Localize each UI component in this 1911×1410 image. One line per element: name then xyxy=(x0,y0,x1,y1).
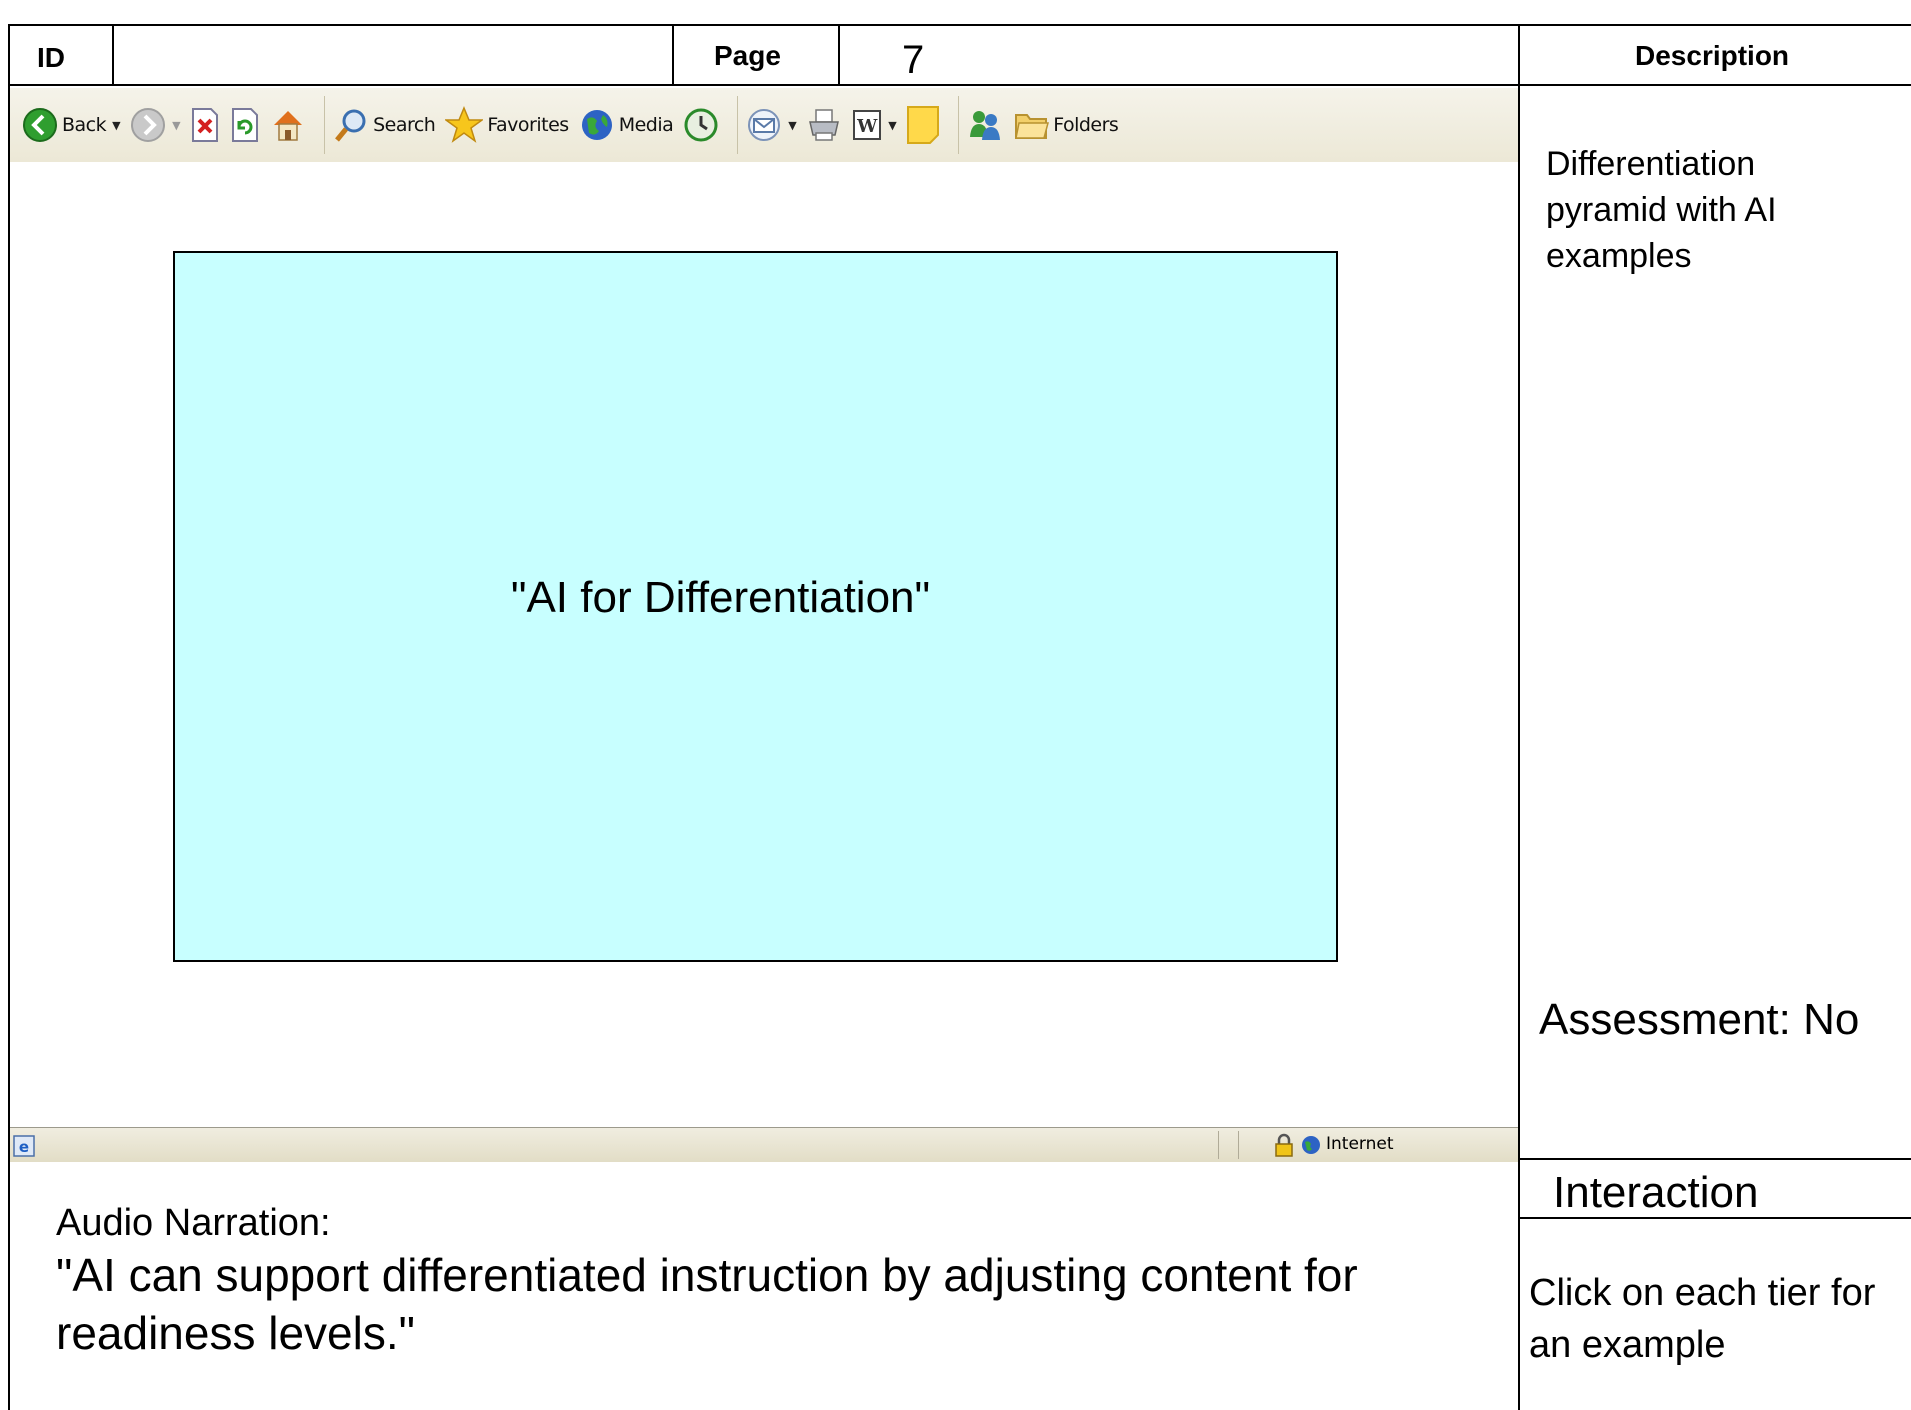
content-stage[interactable]: "AI for Differentiation" xyxy=(173,251,1338,962)
mail-button[interactable]: ▼ xyxy=(746,107,797,143)
edit-button[interactable]: W ▼ xyxy=(852,108,897,142)
frame-top-border xyxy=(8,24,1911,26)
svg-text:e: e xyxy=(19,1138,29,1156)
toolbar-separator xyxy=(324,96,326,154)
home-button[interactable] xyxy=(270,107,306,143)
description-text: Differentiation pyramid with AI examples xyxy=(1546,145,1777,275)
interaction-text: Click on each tier for an example xyxy=(1529,1272,1876,1366)
description-label: Description xyxy=(1635,40,1790,71)
stop-button[interactable] xyxy=(190,107,220,143)
svg-text:W: W xyxy=(856,116,878,137)
assessment-text: Assessment: No xyxy=(1539,995,1860,1044)
favorites-button[interactable]: Favorites xyxy=(445,106,569,144)
id-divider xyxy=(112,24,114,85)
header-bottom-border xyxy=(8,84,1911,86)
page-number: 7 xyxy=(902,38,925,82)
refresh-icon xyxy=(232,108,259,142)
ie-page-icon: e xyxy=(13,1135,35,1157)
stage-title: "AI for Differentiation" xyxy=(510,572,931,622)
lock-icon xyxy=(1275,1133,1293,1157)
mail-dropdown-icon[interactable]: ▼ xyxy=(788,119,796,132)
status-divider xyxy=(1218,1131,1219,1159)
status-divider xyxy=(1238,1131,1239,1159)
home-icon xyxy=(274,111,303,141)
back-dropdown-icon[interactable]: ▼ xyxy=(112,119,120,132)
toolbar-separator xyxy=(737,96,739,154)
narration-label: Audio Narration: xyxy=(56,1202,331,1244)
forward-dropdown-icon[interactable]: ▼ xyxy=(172,119,180,132)
right-column-divider xyxy=(1518,24,1520,1410)
refresh-button[interactable] xyxy=(230,107,260,143)
zone-label: Internet xyxy=(1326,1134,1394,1154)
word-document-icon: W xyxy=(853,110,882,140)
folder-icon xyxy=(1015,114,1050,139)
favorites-label: Favorites xyxy=(487,114,569,136)
page-left-divider xyxy=(672,24,674,85)
page-label: Page xyxy=(714,40,781,71)
back-button[interactable]: Back ▼ xyxy=(22,107,121,143)
search-button[interactable]: Search xyxy=(333,107,436,143)
folders-label: Folders xyxy=(1053,114,1119,136)
note-icon xyxy=(907,106,940,144)
folders-button[interactable]: Folders xyxy=(1013,107,1119,143)
narration-text: "AI can support differentiated instructi… xyxy=(56,1249,1358,1359)
toolbar-separator xyxy=(958,96,960,154)
back-arrow-icon xyxy=(23,108,57,142)
stop-icon xyxy=(192,108,219,142)
messenger-people-icon xyxy=(970,111,1001,140)
forward-button[interactable]: ▼ xyxy=(130,107,181,143)
frame-left-border xyxy=(8,24,10,1410)
page-right-divider xyxy=(838,24,840,85)
discuss-button[interactable] xyxy=(906,105,940,145)
browser-toolbar: Back ▼ ▼ Search Favorites Media ▼ W ▼ Fo… xyxy=(10,88,1518,162)
mail-icon xyxy=(748,109,781,141)
printer-icon xyxy=(809,109,840,141)
interaction-top-border xyxy=(1518,1158,1911,1160)
browser-status-bar: e Internet xyxy=(10,1127,1518,1162)
history-button[interactable] xyxy=(683,107,719,143)
media-button[interactable]: Media xyxy=(579,107,674,143)
search-label: Search xyxy=(373,114,436,136)
back-label: Back xyxy=(62,114,107,136)
print-button[interactable] xyxy=(806,107,842,143)
edit-dropdown-icon[interactable]: ▼ xyxy=(888,119,896,132)
history-clock-icon xyxy=(684,108,718,142)
internet-globe-icon xyxy=(1302,1136,1320,1154)
search-icon xyxy=(335,109,366,142)
media-globe-icon xyxy=(581,110,612,140)
interaction-title: Interaction xyxy=(1553,1168,1759,1217)
media-label: Media xyxy=(618,114,674,136)
favorites-star-icon xyxy=(445,106,484,143)
id-label: ID xyxy=(37,42,65,73)
forward-arrow-icon xyxy=(131,108,166,142)
messenger-button[interactable] xyxy=(967,107,1003,143)
